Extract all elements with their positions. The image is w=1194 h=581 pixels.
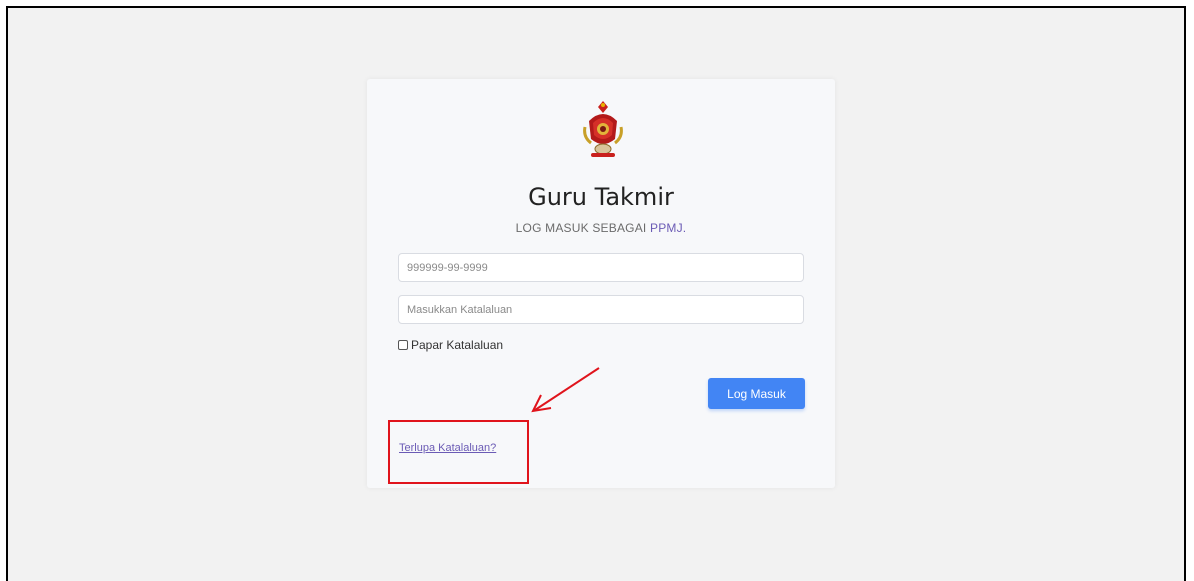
show-password-checkbox[interactable] (398, 340, 408, 350)
password-input[interactable] (398, 295, 804, 324)
ic-number-input[interactable] (398, 253, 804, 282)
show-password-label: Papar Katalaluan (411, 338, 504, 352)
subtitle-role: PPMJ. (649, 221, 687, 235)
page-title: Guru Takmir (528, 183, 674, 211)
login-button[interactable]: Log Masuk (708, 378, 805, 409)
annotation-highlight-box (388, 420, 529, 484)
subtitle-text: LOG MASUK SEBAGAI (515, 221, 650, 235)
crest-logo-icon (581, 99, 625, 159)
login-subtitle: LOG MASUK SEBAGAI PPMJ. (367, 221, 835, 235)
annotation-arrow-icon (531, 367, 600, 413)
show-password-toggle[interactable]: Papar Katalaluan (398, 337, 503, 353)
